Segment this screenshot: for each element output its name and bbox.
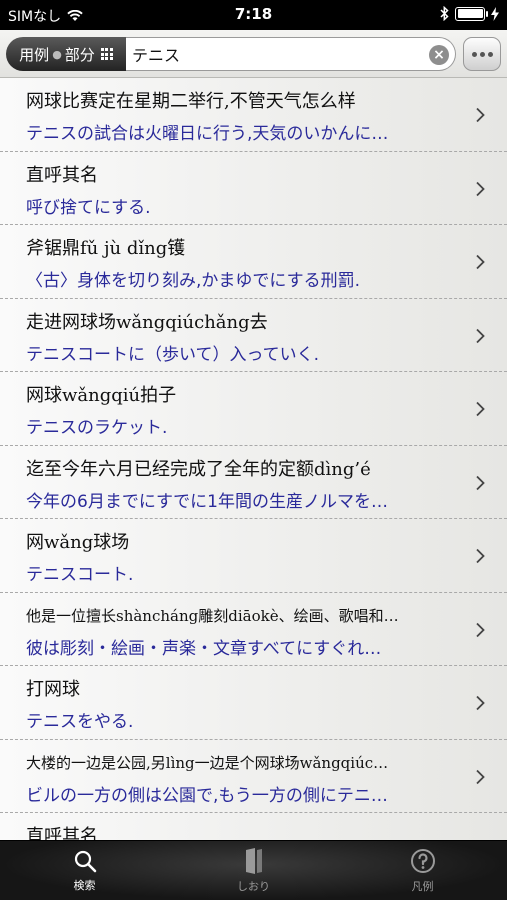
dropdown-dot-icon: ● [52, 47, 62, 61]
more-dot-icon [487, 51, 493, 57]
chevron-right-icon [476, 328, 485, 343]
more-dot-icon [479, 51, 485, 57]
chinese-text: 大楼的一边是公园,另lìng一边是个网球场wǎngqiúc… [26, 753, 389, 772]
results-list: 网球比赛定在星期二举行,不管天气怎么样 テニスの試合は火曜日に行う,天気のいかん… [0, 78, 507, 840]
tab-bar: 検索 しおり 凡例 [0, 840, 507, 900]
chevron-right-icon [476, 254, 485, 270]
japanese-text: 〈古〉身体を切り刻み,かまゆでにする刑罰. [26, 271, 360, 291]
search-scope-selector[interactable]: 用例 ● 部分 [6, 37, 126, 71]
chinese-text: 网球比赛定在星期二举行,不管天气怎么样 [26, 91, 356, 112]
list-item[interactable]: 他是一位擅长shàncháng雕刻diāokè、绘画、歌唱和… 彼は彫刻・絵画・… [0, 593, 507, 666]
status-bar: SIMなし 7:18 [0, 0, 507, 30]
japanese-text: テニスのラケット. [26, 418, 168, 438]
chevron-right-icon [476, 548, 485, 564]
tab-search[interactable]: 検索 [0, 841, 169, 900]
tab-label: 検索 [73, 879, 96, 892]
tab-bookmarks[interactable]: しおり [169, 841, 338, 900]
list-item[interactable]: 网球wǎngqiú拍子 テニスのラケット. [0, 372, 507, 446]
chinese-text: 网球wǎngqiú拍子 [26, 385, 177, 406]
japanese-text: 今年の6月までにすでに1年間の生産ノルマを… [26, 491, 388, 512]
search-input[interactable] [132, 44, 412, 64]
scope-example-label: 用例 [19, 45, 50, 64]
list-item[interactable]: 网wǎng球场 テニスコート. [0, 519, 507, 593]
list-item[interactable]: 大楼的一边是公园,另lìng一边是个网球场wǎngqiúc… ビルの一方の側は公… [0, 740, 507, 813]
charging-icon [491, 6, 499, 21]
japanese-text: テニスコートに（歩いて）入っていく. [26, 344, 320, 365]
search-field: × [126, 37, 456, 71]
tab-label: 凡例 [411, 880, 434, 893]
chinese-text: 直呼其名 [26, 826, 98, 840]
list-item[interactable]: 迄至今年六月已经完成了全年的定额dìng’é 今年の6月までにすでに1年間の生産… [0, 446, 507, 519]
chevron-right-icon [476, 401, 485, 417]
chevron-right-icon [476, 622, 485, 637]
chevron-right-icon [476, 107, 485, 123]
chinese-text: 直呼其名 [26, 164, 98, 186]
list-item[interactable]: 直呼其名 呼び捨てにする. [0, 152, 507, 225]
clear-icon[interactable]: × [429, 45, 449, 65]
search-icon [74, 850, 96, 873]
clock: 7:18 [234, 5, 273, 23]
list-item[interactable]: 网球比赛定在星期二举行,不管天气怎么样 テニスの試合は火曜日に行う,天気のいかん… [0, 78, 507, 152]
battery-icon [455, 6, 488, 21]
chevron-right-icon [476, 181, 485, 196]
tab-legend[interactable]: 凡例 [338, 841, 507, 900]
chevron-right-icon [476, 695, 485, 711]
search-bar: 用例 ● 部分 × [0, 30, 507, 78]
chinese-text: 打网球 [26, 679, 80, 700]
chinese-text: 他是一位擅长shàncháng雕刻diāokè、绘画、歌唱和… [26, 606, 399, 625]
bookmark-icon [245, 848, 262, 874]
list-item[interactable]: 打网球 テニスをやる. [0, 666, 507, 740]
more-dot-icon [471, 51, 477, 57]
japanese-text: ビルの一方の側は公園で,もう一方の側にテニ… [26, 785, 388, 806]
scope-partial-label: 部分 [64, 45, 95, 64]
japanese-text: 彼は彫刻・絵画・声楽・文章すべてにすぐれ… [26, 638, 382, 659]
chevron-right-icon [476, 475, 485, 490]
list-item[interactable]: 直呼其名 [0, 813, 507, 840]
japanese-text: テニスをやる. [26, 712, 134, 732]
tab-label: しおり [237, 880, 270, 893]
chinese-text: 网wǎng球场 [26, 532, 130, 553]
list-item[interactable]: 斧锯鼎fǔ jù dǐng镬 〈古〉身体を切り刻み,かまゆでにする刑罰. [0, 225, 507, 299]
chinese-text: 迄至今年六月已经完成了全年的定额dìng’é [26, 458, 371, 480]
japanese-text: テニスコート. [26, 565, 134, 585]
chinese-text: 斧锯鼎fǔ jù dǐng镬 [26, 238, 186, 259]
more-options-button[interactable] [463, 37, 501, 71]
japanese-text: 呼び捨てにする. [26, 197, 151, 218]
japanese-text: テニスの試合は火曜日に行う,天気のいかんに… [26, 124, 389, 144]
chinese-text: 走进网球场wǎngqiúchǎng去 [26, 311, 268, 333]
chevron-right-icon [476, 769, 485, 784]
grid-icon [100, 48, 113, 60]
list-item[interactable]: 走进网球场wǎngqiúchǎng去 テニスコートに（歩いて）入っていく. [0, 299, 507, 372]
bluetooth-icon [440, 6, 449, 21]
help-icon [410, 849, 435, 873]
